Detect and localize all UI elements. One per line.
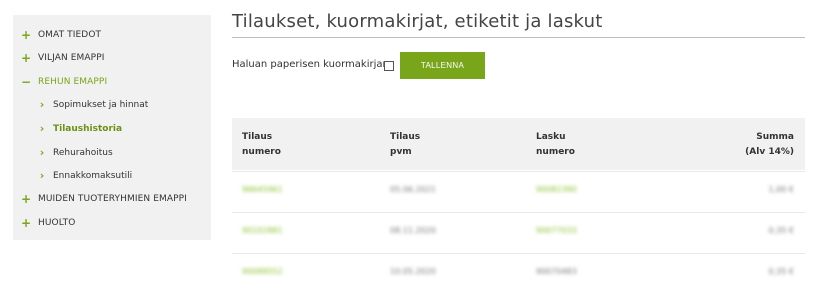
title-divider — [232, 37, 805, 38]
order-number-link[interactable]: 90088552 — [242, 267, 283, 276]
order-date: 05.06.2021 — [390, 185, 436, 194]
order-number-link[interactable]: 96645961 — [242, 185, 283, 194]
table-row: 96645961 05.06.2021 90082390 1,00 € — [232, 172, 805, 212]
page-title: Tilaukset, kuormakirjat, etiketit ja las… — [232, 11, 603, 32]
sidebar-item-label: Tilaushistoria — [53, 123, 123, 134]
sidebar-item-muiden-tuoteryhmien[interactable]: + MUIDEN TUOTERYHMIEN EMAPPI — [20, 192, 187, 206]
invoice-number-link[interactable]: 90077033 — [536, 226, 577, 235]
sidebar-item-tilaushistoria[interactable]: › Tilaushistoria — [36, 122, 122, 135]
sidebar-item-label: MUIDEN TUOTERYHMIEN EMAPPI — [38, 194, 187, 204]
sidebar-item-label: REHUN EMAPPI — [38, 77, 108, 87]
column-header-order-number[interactable]: Tilaus numero — [242, 130, 281, 160]
sidebar-item-ennakkomaksutili[interactable]: › Ennakkomaksutili — [36, 169, 132, 182]
sidebar-item-label: Sopimukset ja hinnat — [53, 99, 149, 110]
table-header: Tilaus numero Tilaus pvm Lasku numero Su… — [232, 118, 805, 170]
table-row: 90102881 08.11.2020 90077033 0,35 € — [232, 213, 805, 253]
sidebar-item-label: OMAT TIEDOT — [38, 30, 102, 40]
sidebar-item-sopimukset[interactable]: › Sopimukset ja hinnat — [36, 98, 149, 111]
sidebar-item-huolto[interactable]: + HUOLTO — [20, 216, 75, 230]
minus-icon: − — [20, 75, 32, 89]
save-button[interactable]: TALLENNA — [400, 52, 485, 79]
order-sum: 0,35 € — [768, 226, 794, 235]
sidebar-item-rehurahoitus[interactable]: › Rehurahoitus — [36, 146, 113, 159]
table-row: 90088552 10.05.2020 90070483 0,35 € — [232, 254, 805, 294]
plus-icon: + — [20, 51, 32, 65]
paper-waybill-checkbox[interactable] — [384, 61, 394, 71]
plus-icon: + — [20, 216, 32, 230]
chevron-right-icon: › — [39, 169, 45, 182]
order-sum: 1,00 € — [768, 185, 794, 194]
paper-waybill-label: Haluan paperisen kuormakirjan — [232, 59, 389, 70]
sidebar-item-label: VILJAN EMAPPI — [38, 53, 105, 63]
order-date: 08.11.2020 — [390, 226, 436, 235]
invoice-number-link[interactable]: 90082390 — [536, 185, 577, 194]
sidebar-item-viljan-emappi[interactable]: + VILJAN EMAPPI — [20, 51, 105, 65]
sidebar-item-rehun-emappi[interactable]: − REHUN EMAPPI — [20, 75, 107, 89]
order-date: 10.05.2020 — [390, 267, 436, 276]
sidebar-item-label: HUOLTO — [38, 218, 76, 228]
order-number-link[interactable]: 90102881 — [242, 226, 283, 235]
invoice-number[interactable]: 90070483 — [536, 267, 577, 276]
plus-icon: + — [20, 28, 32, 42]
sidebar-item-omat-tiedot[interactable]: + OMAT TIEDOT — [20, 28, 101, 42]
column-header-invoice-number[interactable]: Lasku numero — [536, 130, 575, 160]
sidebar-item-label: Ennakkomaksutili — [53, 170, 133, 181]
column-header-order-date[interactable]: Tilaus pvm — [390, 130, 420, 160]
sidebar-item-label: Rehurahoitus — [53, 147, 113, 158]
chevron-right-icon: › — [39, 122, 45, 135]
chevron-right-icon: › — [39, 146, 45, 159]
chevron-right-icon: › — [39, 98, 45, 111]
order-sum: 0,35 € — [768, 267, 794, 276]
column-header-sum[interactable]: Summa (Alv 14%) — [745, 130, 794, 160]
plus-icon: + — [20, 192, 32, 206]
